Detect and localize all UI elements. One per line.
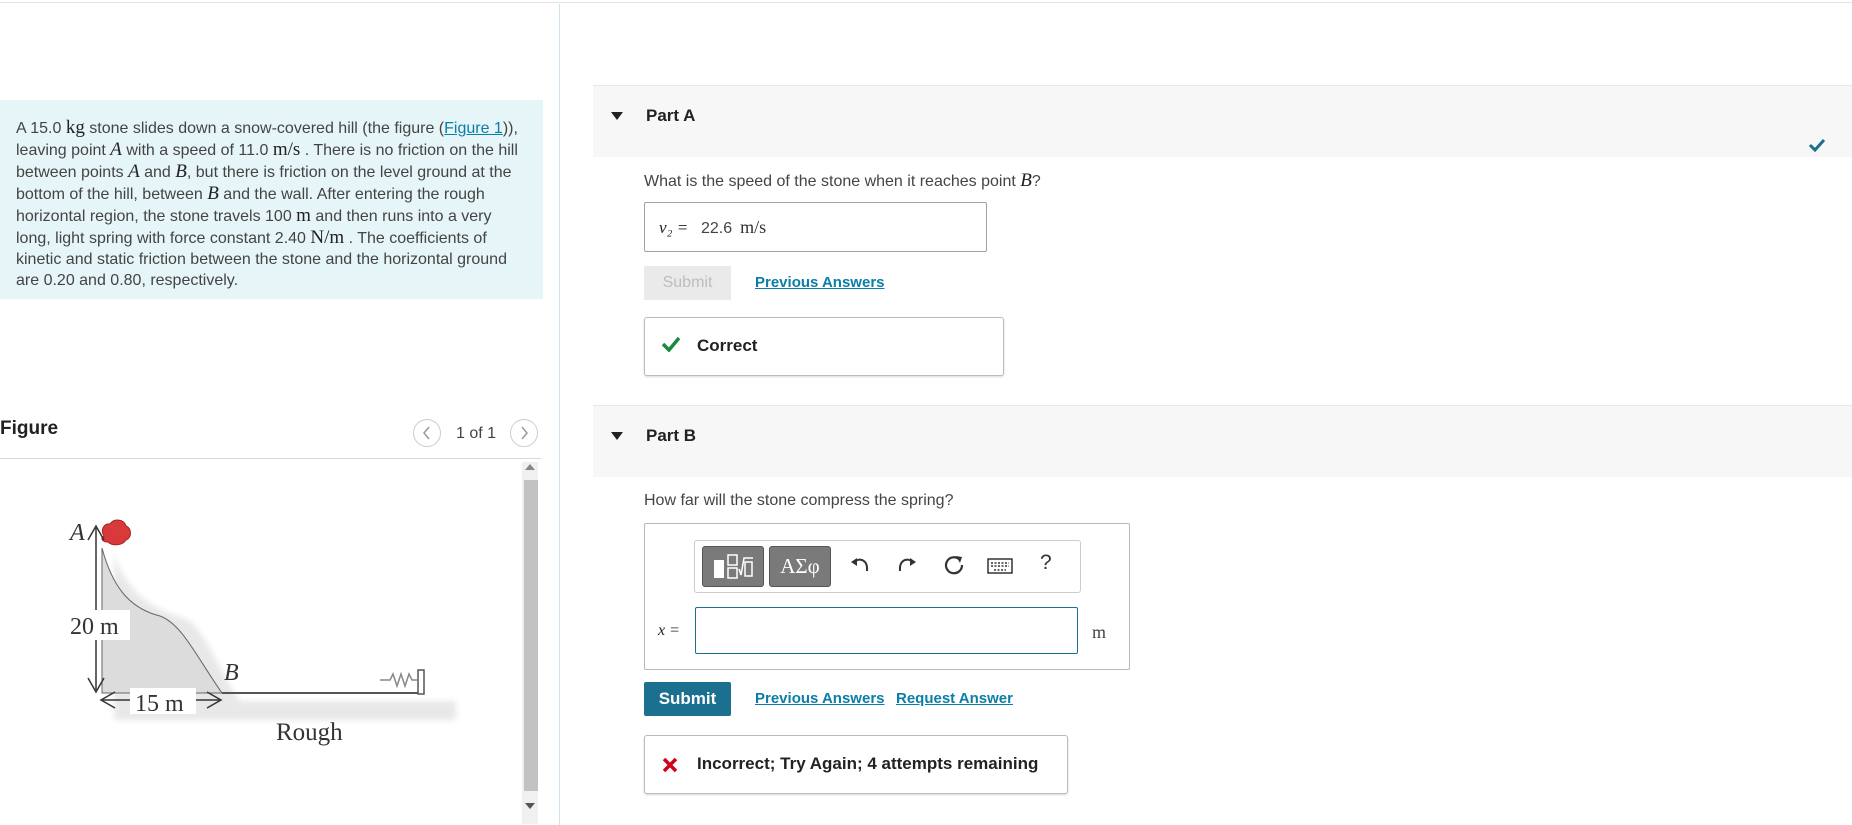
triangle-down-icon [611, 432, 623, 440]
part-b-question: How far will the stone compress the spri… [644, 492, 954, 509]
part-b-feedback: Incorrect; Try Again; 4 attempts remaini… [644, 735, 1068, 794]
figure-link[interactable]: Figure 1 [444, 120, 503, 137]
part-a-title: Part A [646, 106, 696, 125]
check-icon [1808, 138, 1826, 152]
stone [101, 519, 131, 546]
keyboard-icon[interactable] [987, 557, 1013, 575]
part-b-previous-answers-link[interactable]: Previous Answers [755, 690, 885, 707]
figure-pager-text: 1 of 1 [456, 425, 497, 442]
request-answer-link[interactable]: Request Answer [896, 690, 1013, 707]
figure-label-b: B [224, 660, 239, 686]
scroll-up-arrow-icon[interactable] [525, 464, 535, 470]
undo-icon[interactable] [848, 553, 872, 577]
feedback-text: Correct [697, 336, 758, 355]
chevron-right-icon [521, 426, 528, 440]
figure-label-height: 20 m [70, 614, 119, 640]
scroll-down-arrow-icon[interactable] [525, 803, 535, 809]
wall [417, 669, 425, 695]
figure-title: Figure [0, 418, 59, 439]
feedback-text: Incorrect; Try Again; 4 attempts remaini… [697, 754, 1039, 773]
answer-value: 22.6 m/s [701, 217, 767, 237]
part-a-answer-box: v₂ = 22.6 m/s [644, 202, 987, 252]
x-icon [662, 757, 678, 773]
figure-label-rough: Rough [276, 719, 343, 746]
templates-button[interactable] [702, 546, 764, 587]
spring [380, 671, 418, 689]
templates-icon [714, 553, 753, 579]
answer-input[interactable] [695, 607, 1078, 654]
help-icon[interactable]: ? [1040, 551, 1052, 575]
top-border [0, 2, 1852, 3]
part-b-header[interactable]: Part B [593, 405, 1852, 477]
input-label: x = [658, 622, 680, 639]
part-a-question: What is the speed of the stone when it r… [644, 170, 1041, 191]
part-a-submit-button[interactable]: Submit [644, 266, 731, 300]
redo-icon[interactable] [895, 553, 919, 577]
figure-image: A 20 m B 15 m Rough [66, 519, 456, 746]
greek-symbols-button[interactable]: ΑΣφ [769, 546, 831, 587]
previous-figure-button[interactable] [413, 419, 441, 447]
answer-label: v₂ = [659, 218, 689, 237]
part-a-feedback: Correct [644, 317, 1004, 376]
next-figure-button[interactable] [510, 419, 538, 447]
scrollbar-thumb[interactable] [524, 480, 538, 791]
panel-divider [559, 4, 560, 825]
part-a-header[interactable]: Part A [593, 85, 1852, 157]
input-unit: m [1092, 622, 1107, 642]
part-b-submit-button[interactable]: Submit [644, 682, 731, 716]
math-toolbar: ΑΣφ ? [694, 540, 1081, 593]
part-b-title: Part B [646, 426, 697, 445]
triangle-down-icon [611, 112, 623, 120]
figure-label-a: A [68, 520, 85, 546]
check-icon [661, 336, 681, 352]
chevron-left-icon [423, 426, 430, 440]
figure-label-width: 15 m [135, 691, 184, 717]
figure-divider [0, 458, 541, 459]
part-a-previous-answers-link[interactable]: Previous Answers [755, 274, 885, 291]
reset-icon[interactable] [942, 553, 966, 577]
problem-statement: A 15.0 kg stone slides down a snow-cover… [0, 100, 543, 299]
